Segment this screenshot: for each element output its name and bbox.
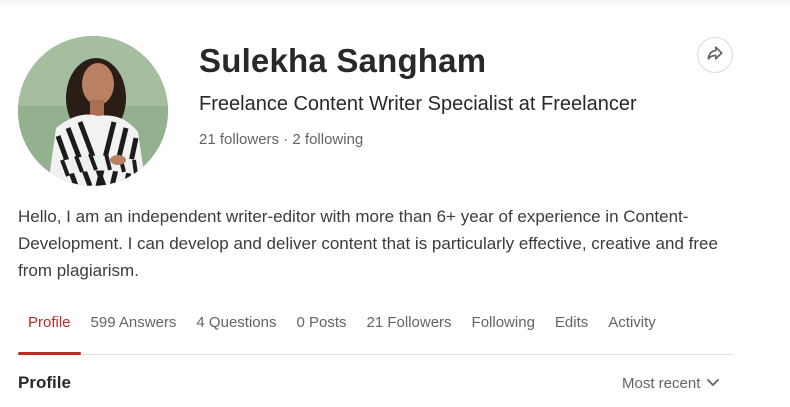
followers-link[interactable]: 21 followers (199, 131, 279, 148)
sort-label: Most recent (622, 375, 701, 392)
share-arrow-icon (705, 43, 725, 68)
profile-page: Sulekha Sangham Freelance Content Writer… (0, 0, 790, 407)
chevron-down-icon (706, 375, 720, 392)
tab-profile[interactable]: Profile (18, 300, 81, 355)
profile-tabs: Profile 599 Answers 4 Questions 0 Posts … (18, 300, 733, 355)
avatar[interactable] (18, 36, 168, 186)
tab-followers[interactable]: 21 Followers (357, 300, 462, 354)
tab-following[interactable]: Following (462, 300, 545, 354)
tab-edits[interactable]: Edits (545, 300, 598, 354)
tab-posts[interactable]: 0 Posts (286, 300, 356, 354)
follow-stats: 21 followers · 2 following (199, 131, 363, 148)
header-shadow (0, 0, 790, 10)
share-button[interactable] (697, 37, 733, 73)
following-link[interactable]: 2 following (292, 131, 363, 148)
profile-bio: Hello, I am an independent writer-editor… (18, 207, 718, 280)
tab-answers[interactable]: 599 Answers (81, 300, 187, 354)
sort-dropdown[interactable]: Most recent (622, 375, 720, 392)
tab-activity[interactable]: Activity (598, 300, 666, 354)
stats-separator: · (279, 131, 293, 148)
profile-name: Sulekha Sangham (199, 42, 487, 79)
profile-headline: Freelance Content Writer Specialist at F… (199, 93, 637, 115)
section-title: Profile (18, 373, 71, 392)
tab-questions[interactable]: 4 Questions (186, 300, 286, 354)
